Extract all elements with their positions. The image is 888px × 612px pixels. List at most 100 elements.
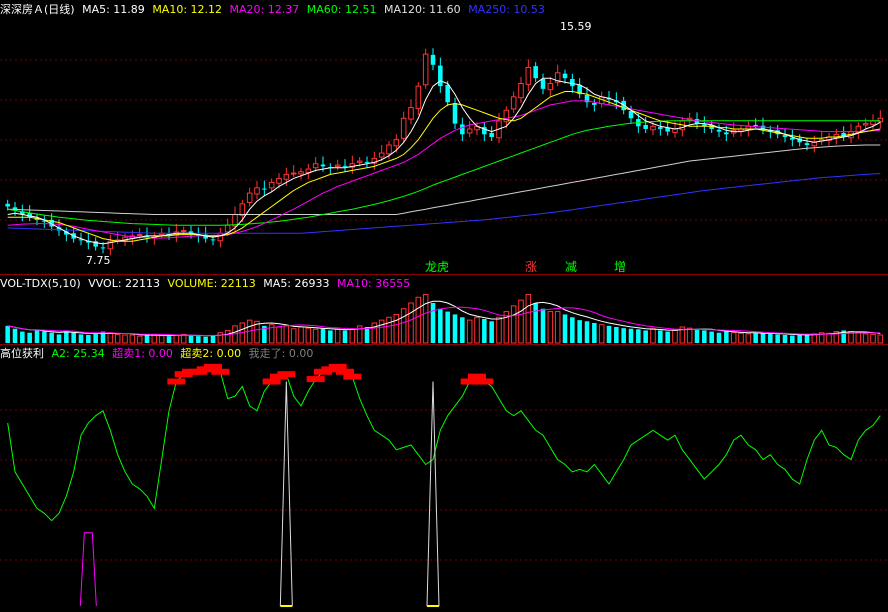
volume-bar-up <box>877 334 884 344</box>
exit-spike <box>279 381 293 607</box>
volume-bar-up <box>334 328 341 344</box>
volume-bar-down <box>643 330 648 343</box>
volume-bar-down <box>584 321 590 343</box>
volume-bar-up <box>107 332 114 344</box>
volume-bar-down <box>78 334 84 343</box>
candle-body-up <box>386 144 392 155</box>
volume-bar-down <box>577 320 582 343</box>
candle-body-up <box>356 160 363 163</box>
volume-bar-up <box>312 328 319 344</box>
ma20-label: MA20: 12.37 <box>229 3 300 16</box>
candle-body-down <box>570 78 575 87</box>
candle-body-up <box>246 192 253 203</box>
volume-bar-down <box>364 327 370 343</box>
volume-bar-up <box>474 316 480 344</box>
volume-ma5-line <box>7 300 881 337</box>
candle-body-down <box>100 247 106 249</box>
volume-bar-down <box>760 333 766 343</box>
volume-bar-down <box>702 330 707 343</box>
volume-bar-down <box>196 336 201 343</box>
volume-bar-up <box>650 328 656 344</box>
volume-bar-up <box>158 335 165 344</box>
chart-title[interactable]: 深深房Ａ(日线) <box>0 3 75 16</box>
volume-value-label: VOLUME: 22113 <box>167 277 256 290</box>
volume-bar-up <box>408 302 414 344</box>
volume-bar-down <box>482 319 487 343</box>
volume-bar-down <box>636 329 641 343</box>
a2-label: A2: 25.34 <box>51 347 105 360</box>
volume-bar-down <box>621 328 626 343</box>
volume-bar-down <box>328 330 333 343</box>
candle-body-down <box>753 124 758 126</box>
candle-body-down <box>430 54 436 65</box>
candle-body-up <box>415 85 422 109</box>
volume-bar-up <box>496 316 502 344</box>
indicator-name[interactable]: 高位获利 <box>0 347 44 360</box>
volume-bar-up <box>114 333 121 344</box>
candle-body-down <box>342 165 348 167</box>
volume-ma10-line <box>7 306 881 337</box>
volume-bar-up <box>129 334 136 344</box>
volume-legend: VOL-TDX(5,10) VVOL: 22113 VOLUME: 22113 … <box>0 276 414 292</box>
volume-bar-up <box>745 333 752 344</box>
volume-bar-up <box>598 324 605 344</box>
candle-body-up <box>525 66 532 85</box>
ma-lines <box>7 77 881 245</box>
volume-bar-down <box>768 333 773 343</box>
candle-body-down <box>320 164 326 167</box>
volume-bar-up <box>525 293 532 344</box>
profit-signal-block <box>211 368 230 375</box>
volume-bar-down <box>540 308 546 343</box>
ma5-label: MA5: 11.89 <box>82 3 145 16</box>
volume-ma-lines <box>7 300 881 337</box>
vvol-label: VVOL: 22113 <box>88 277 161 290</box>
candle-body-up <box>239 203 246 216</box>
price-legend: 深深房Ａ(日线) MA5: 11.89 MA10: 12.12 MA20: 12… <box>0 2 549 18</box>
volume-bar-down <box>790 335 795 343</box>
volume-bar-up <box>136 335 143 344</box>
candle-body-up <box>224 224 231 233</box>
candle-body-down <box>562 73 568 79</box>
candle-body-up <box>217 232 224 242</box>
tag-zhang[interactable]: 涨 <box>525 260 537 274</box>
volume-bar-down <box>42 331 47 343</box>
candle-body-down <box>540 78 546 89</box>
candle-body-down <box>5 203 10 207</box>
candle-body-down <box>533 66 538 79</box>
volume-bar-down <box>342 330 348 343</box>
volume-bar-up <box>122 334 128 344</box>
ma10-line <box>7 91 881 242</box>
volume-bar-down <box>12 328 18 343</box>
volume-bar-up <box>672 329 678 344</box>
candle-body-down <box>210 239 216 241</box>
indicator-legend: 高位获利 A2: 25.34 超卖1: 0.00 超卖2: 0.00 我走了: … <box>0 346 317 362</box>
candle-body-up <box>283 173 290 180</box>
candle-body-up <box>466 128 473 134</box>
candle-body-up <box>378 152 385 158</box>
profit-signal-block <box>343 373 362 380</box>
candle-body-up <box>136 234 143 237</box>
low-price-label: 7.75 <box>86 254 111 267</box>
volume-indicator-name[interactable]: VOL-TDX(5,10) <box>0 277 81 290</box>
volume-bar-up <box>298 326 304 344</box>
volume-bar-down <box>203 336 208 343</box>
volume-bar-down <box>533 303 538 343</box>
volume-bar-down <box>592 323 597 343</box>
candle-body-down <box>724 132 729 135</box>
volume-bar-down <box>452 314 458 343</box>
volume-bar-up <box>151 334 158 344</box>
volume-bar-down <box>430 303 436 343</box>
volume-bar-down <box>86 335 91 343</box>
candle-body-down <box>445 84 450 103</box>
volume-bar-down <box>782 335 788 343</box>
oversold-spike <box>79 532 97 607</box>
tag-longhu[interactable]: 龙虎 <box>425 260 449 274</box>
candle-body-down <box>643 124 648 129</box>
tag-zeng[interactable]: 增 <box>614 260 626 274</box>
oversold2-label: 超卖2: 0.00 <box>180 347 242 360</box>
profit-signal-block <box>475 378 494 385</box>
candle-body-up <box>862 123 869 126</box>
tag-jian[interactable]: 减 <box>565 260 577 274</box>
volume-bar-down <box>628 328 634 343</box>
volume-bar-down <box>804 334 810 343</box>
